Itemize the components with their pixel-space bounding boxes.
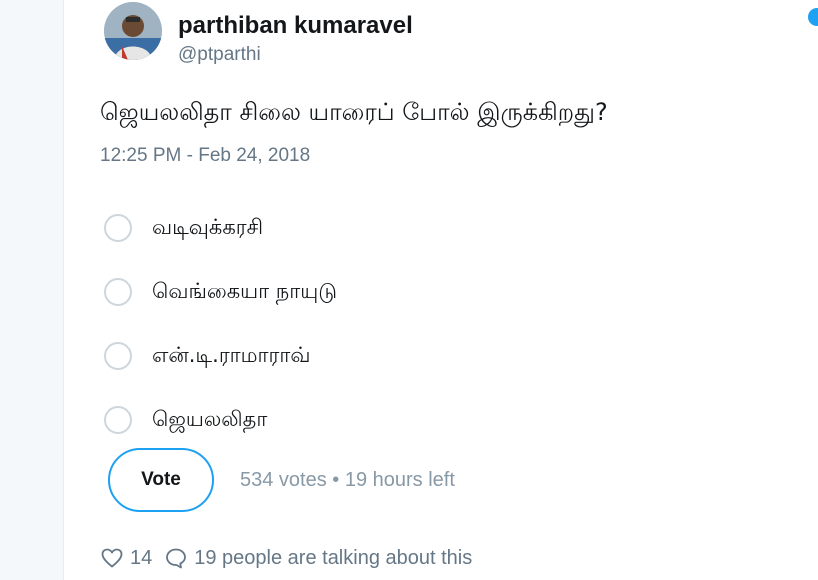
vote-button[interactable]: Vote xyxy=(108,448,214,512)
poll-option-label: என்.டி.ராமாராவ் xyxy=(152,342,311,367)
author-name[interactable]: parthiban kumaravel xyxy=(178,12,413,40)
heart-icon[interactable] xyxy=(100,546,124,570)
avatar-image xyxy=(104,2,162,60)
poll-option-label: ஜெயலலிதா xyxy=(152,406,268,431)
radio-button[interactable] xyxy=(104,342,132,370)
poll-option-label: வடிவுக்கரசி xyxy=(152,214,264,239)
author-handle[interactable]: @ptparthi xyxy=(178,44,261,66)
poll-option-label: வெங்கையா நாயுடு xyxy=(152,278,337,303)
poll-option[interactable]: வடிவுக்கரசி xyxy=(104,196,337,260)
radio-button[interactable] xyxy=(104,278,132,306)
tweet-card: parthiban kumaravel @ptparthi ஜெயலலிதா ச… xyxy=(64,0,818,580)
like-count: 14 xyxy=(130,546,153,569)
corner-badge xyxy=(808,8,818,26)
poll-option[interactable]: வெங்கையா நாயுடு xyxy=(104,260,337,324)
tweet-footer: 14 19 people are talking about this xyxy=(100,546,472,570)
talking-about-link[interactable]: 19 people are talking about this xyxy=(194,547,472,570)
left-gutter xyxy=(0,0,64,580)
poll-option[interactable]: என்.டி.ராமாராவ் xyxy=(104,324,337,388)
tweet-timestamp[interactable]: 12:25 PM - Feb 24, 2018 xyxy=(100,145,310,167)
radio-button[interactable] xyxy=(104,214,132,242)
tweet-text: ஜெயலலிதா சிலை யாரைப் போல் இருக்கிறது? xyxy=(100,98,608,126)
poll-option[interactable]: ஜெயலலிதா xyxy=(104,388,337,452)
vote-row: Vote 534 votes • 19 hours left xyxy=(108,448,455,512)
speech-bubble-icon[interactable] xyxy=(164,546,188,570)
poll-meta: 534 votes • 19 hours left xyxy=(240,468,455,491)
poll: வடிவுக்கரசி வெங்கையா நாயுடு என்.டி.ராமார… xyxy=(104,196,337,452)
avatar[interactable] xyxy=(104,2,162,60)
radio-button[interactable] xyxy=(104,406,132,434)
